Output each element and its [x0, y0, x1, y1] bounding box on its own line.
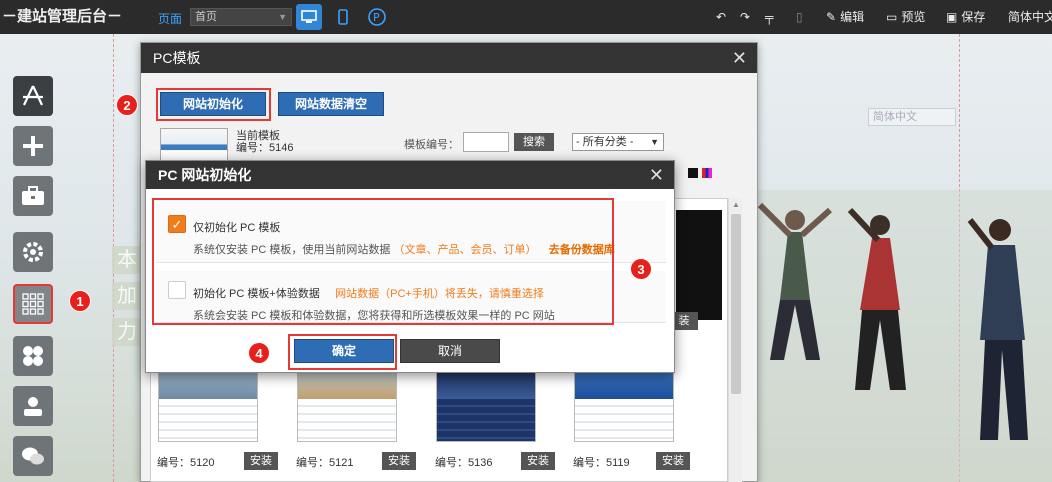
wechat-p-icon: P [368, 8, 386, 26]
highlight-confirm-button [288, 334, 397, 370]
preview-icon: ▭ [886, 10, 898, 24]
scroll-thumb[interactable] [731, 214, 741, 394]
undo-icon[interactable]: ↶ [716, 0, 726, 34]
preview-button[interactable]: ▭ 预览 [886, 0, 925, 34]
color-filter-multi[interactable] [702, 168, 712, 178]
sidebar-user-button[interactable] [13, 386, 53, 426]
canvas-language-select[interactable]: 简体中文 [868, 108, 956, 126]
edit-icon: ✎ [826, 10, 837, 24]
current-template-label: 当前模板 [236, 130, 280, 142]
toolbox-icon [22, 186, 44, 205]
mobile-icon [338, 9, 348, 25]
template-card-no: 编号：5136 [435, 457, 493, 469]
install-button[interactable]: 安装 [382, 452, 416, 470]
user-icon [24, 397, 42, 416]
wechat-icon [22, 447, 44, 465]
top-toolbar: －建站管理后台－ 页面 首页 ▼ P ↶ ↷ ╤ ▯ ✎ 编辑 ▭ 预览 ▣ 保… [0, 0, 1052, 34]
redo-icon[interactable]: ↷ [740, 0, 750, 34]
close-icon[interactable]: ✕ [732, 43, 747, 73]
template-no-input[interactable] [463, 132, 509, 152]
save-button[interactable]: ▣ 保存 [946, 0, 985, 34]
gear-icon [23, 242, 43, 262]
cancel-button[interactable]: 取消 [400, 339, 500, 363]
grid-icon [22, 293, 44, 315]
modal-title: PC模板 [153, 50, 201, 66]
highlight-options [152, 198, 614, 325]
mobile-view-button[interactable] [330, 4, 356, 30]
sidebar-wechat-button[interactable] [13, 436, 53, 476]
monitor-icon [301, 10, 317, 23]
template-preview-dark [676, 210, 722, 320]
highlight-init-button [156, 88, 271, 121]
template-card-thumbnail[interactable] [574, 366, 674, 442]
canvas-text-fragment: 加 [112, 282, 142, 310]
language-switch[interactable]: 简体中文 [1008, 0, 1052, 34]
sidebar-tools-button[interactable] [13, 176, 53, 216]
install-button[interactable]: 安装 [656, 452, 690, 470]
template-card-thumbnail[interactable] [297, 366, 397, 442]
template-grid-scrollbar[interactable]: ▲ [728, 198, 742, 482]
canvas-text-fragment: 本 [112, 246, 142, 274]
page-label: 页面 [158, 12, 183, 26]
template-card-thumbnail[interactable] [436, 366, 536, 442]
template-no-label: 模板编号： [404, 139, 459, 151]
background-photo-people [740, 190, 1052, 482]
current-template-info: 当前模板 编号：5146 [236, 130, 293, 154]
color-filter-black[interactable] [688, 168, 698, 178]
hammer-icon[interactable]: ╤ [765, 0, 774, 34]
sidebar-templates-button[interactable] [13, 284, 53, 324]
init-dialog-title: PC 网站初始化 [158, 167, 252, 183]
step-badge-2: 2 [116, 94, 138, 116]
template-card-no: 编号：5120 [157, 457, 215, 469]
page-select[interactable]: 首页 ▼ [190, 8, 292, 26]
site-clear-data-button[interactable]: 网站数据清空 [278, 92, 384, 116]
install-button[interactable]: 安装 [244, 452, 278, 470]
edit-button[interactable]: ✎ 编辑 [826, 0, 864, 34]
close-icon[interactable]: ✕ [649, 161, 664, 189]
app-title: －建站管理后台－ [2, 8, 123, 25]
template-card-no: 编号：5119 [573, 457, 630, 469]
init-dialog-header: PC 网站初始化 ✕ [146, 161, 674, 189]
template-search-button[interactable]: 搜索 [514, 133, 554, 151]
chevron-down-icon: ▼ [650, 137, 659, 147]
install-button[interactable]: 安装 [521, 452, 555, 470]
save-icon: ▣ [946, 10, 958, 24]
chart-icon[interactable]: ▯ [796, 0, 803, 34]
modal-header: PC模板 ✕ [141, 43, 757, 73]
sidebar-add-button[interactable] [13, 126, 53, 166]
template-card-thumbnail[interactable] [158, 366, 258, 442]
step-badge-4: 4 [248, 342, 270, 364]
sidebar-settings-button[interactable] [13, 232, 53, 272]
four-petal-icon [23, 346, 43, 366]
page-select-value: 首页 [195, 11, 217, 23]
sidebar-apps-button[interactable] [13, 336, 53, 376]
plus-icon [23, 136, 43, 156]
scroll-up-icon[interactable]: ▲ [732, 200, 740, 209]
chevron-down-icon: ▼ [278, 12, 287, 22]
category-select[interactable]: - 所有分类 - ▼ [572, 133, 664, 151]
current-template-no: 编号：5146 [236, 142, 294, 154]
compass-ruler-icon [23, 85, 43, 106]
step-badge-1: 1 [69, 290, 91, 312]
wechat-view-button[interactable]: P [364, 4, 390, 30]
desktop-view-button[interactable] [296, 4, 322, 30]
canvas-text-fragment: 力 [112, 318, 142, 346]
svg-text:P: P [373, 11, 380, 24]
step-badge-3: 3 [630, 258, 652, 280]
template-card-no: 编号：5121 [296, 457, 354, 469]
category-select-value: - 所有分类 - [576, 136, 634, 148]
sidebar-design-button[interactable] [13, 76, 53, 116]
